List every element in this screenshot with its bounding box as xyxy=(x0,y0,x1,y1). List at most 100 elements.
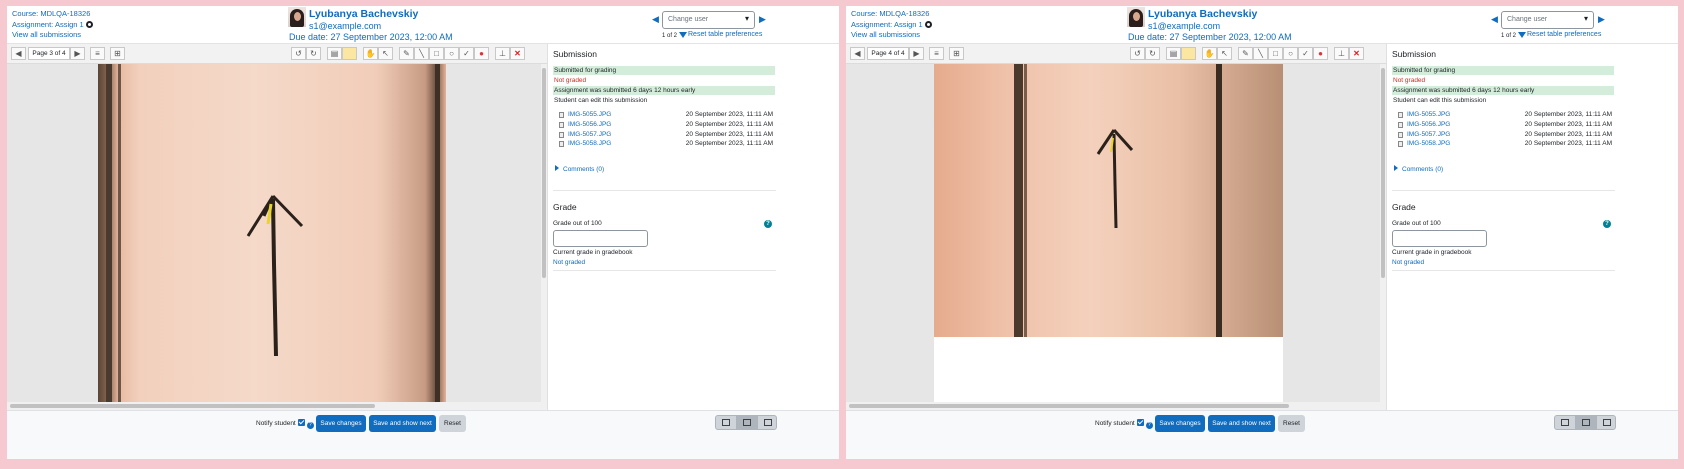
gear-icon[interactable] xyxy=(924,20,932,28)
page-select[interactable]: Page 3 of 4 xyxy=(28,47,70,60)
comment-icon[interactable]: ▤ xyxy=(1166,47,1181,60)
comment-icon[interactable]: ▤ xyxy=(327,47,342,60)
file-link[interactable]: IMG-5057.JPG xyxy=(568,131,611,138)
pan-icon[interactable]: ✋ xyxy=(363,47,378,60)
previous-user-icon[interactable]: ◀ xyxy=(1491,14,1498,25)
help-icon[interactable]: ? xyxy=(1603,220,1611,228)
filter-icon[interactable] xyxy=(1518,32,1527,38)
previous-page-icon[interactable]: ◀ xyxy=(850,47,865,60)
notify-student-checkbox[interactable] xyxy=(297,419,305,426)
gear-icon[interactable] xyxy=(85,20,93,28)
comments-toggle[interactable]: Comments (0) xyxy=(1394,165,1443,173)
collapse-review-panel-button[interactable] xyxy=(1597,416,1617,429)
help-icon[interactable]: ? xyxy=(1145,422,1153,429)
help-icon[interactable]: ? xyxy=(306,422,314,429)
change-user-select[interactable]: Change user ▾ xyxy=(1501,11,1594,29)
file-link[interactable]: IMG-5058.JPG xyxy=(1407,140,1450,147)
search-comments-icon[interactable]: ≡ xyxy=(929,47,944,60)
search-comments-icon[interactable]: ≡ xyxy=(90,47,105,60)
select-icon[interactable]: ↖ xyxy=(1217,47,1232,60)
previous-page-icon[interactable]: ◀ xyxy=(11,47,26,60)
next-user-icon[interactable]: ▶ xyxy=(759,14,766,25)
delete-icon[interactable]: ✕ xyxy=(1349,47,1364,60)
grading-footer: Notify student? Save changes Save and sh… xyxy=(846,410,1678,459)
collapse-grade-panel-button[interactable] xyxy=(1555,416,1575,429)
document-viewer[interactable] xyxy=(846,64,1386,410)
next-page-icon[interactable]: ▶ xyxy=(909,47,924,60)
help-icon[interactable]: ? xyxy=(764,220,772,228)
next-user-icon[interactable]: ▶ xyxy=(1598,14,1605,25)
page-select[interactable]: Page 4 of 4 xyxy=(867,47,909,60)
previous-user-icon[interactable]: ◀ xyxy=(652,14,659,25)
highlight-icon[interactable]: ✓ xyxy=(459,47,474,60)
user-name[interactable]: Lyubanya Bachevskiy xyxy=(309,8,418,20)
pen-icon[interactable]: ✎ xyxy=(1238,47,1253,60)
save-button[interactable]: Save changes xyxy=(316,415,366,432)
default-layout-button[interactable] xyxy=(1576,416,1596,429)
rotate-right-icon[interactable]: ↻ xyxy=(1145,47,1160,60)
rotate-left-icon[interactable]: ↺ xyxy=(291,47,306,60)
highlight-icon[interactable]: ✓ xyxy=(1298,47,1313,60)
user-name[interactable]: Lyubanya Bachevskiy xyxy=(1148,8,1257,20)
reset-button[interactable]: Reset xyxy=(1278,415,1305,432)
document-viewer[interactable] xyxy=(7,64,547,410)
grade-input[interactable] xyxy=(553,230,648,247)
save-and-show-next-button[interactable]: Save and show next xyxy=(1208,415,1275,432)
oval-icon[interactable]: ○ xyxy=(1283,47,1298,60)
save-button[interactable]: Save changes xyxy=(1155,415,1205,432)
course-link[interactable]: Course: MDLQA-18326 xyxy=(851,9,932,20)
gradebook-link[interactable]: Not graded xyxy=(553,259,585,266)
line-icon[interactable]: ╲ xyxy=(414,47,429,60)
rotate-left-icon[interactable]: ↺ xyxy=(1130,47,1145,60)
select-icon[interactable]: ↖ xyxy=(378,47,393,60)
line-icon[interactable]: ╲ xyxy=(1253,47,1268,60)
assignment-link[interactable]: Assignment: Assign 1 xyxy=(12,20,84,29)
expand-comments-icon[interactable]: ⊞ xyxy=(949,47,964,60)
file-link[interactable]: IMG-5055.JPG xyxy=(1407,111,1450,118)
delete-icon[interactable]: ✕ xyxy=(510,47,525,60)
collapse-grade-panel-button[interactable] xyxy=(716,416,736,429)
default-layout-button[interactable] xyxy=(737,416,757,429)
gradebook-link[interactable]: Not graded xyxy=(1392,259,1424,266)
annotation-color-icon[interactable]: ● xyxy=(1313,47,1328,60)
stamp-icon[interactable]: ⊥ xyxy=(1334,47,1349,60)
collapse-review-panel-button[interactable] xyxy=(758,416,778,429)
chevron-down-icon: ▾ xyxy=(744,14,749,23)
change-user-select[interactable]: Change user ▾ xyxy=(662,11,755,29)
annotation-color-icon[interactable]: ● xyxy=(474,47,489,60)
comment-color-icon[interactable] xyxy=(1181,47,1196,60)
stamp-icon[interactable]: ⊥ xyxy=(495,47,510,60)
file-link[interactable]: IMG-5058.JPG xyxy=(568,140,611,147)
file-link[interactable]: IMG-5056.JPG xyxy=(1407,121,1450,128)
pan-icon[interactable]: ✋ xyxy=(1202,47,1217,60)
horizontal-scrollbar[interactable] xyxy=(7,402,547,410)
edit-status: Student can edit this submission xyxy=(1393,97,1487,104)
layout-toggle xyxy=(1554,415,1616,430)
file-icon xyxy=(1398,121,1403,128)
pen-icon[interactable]: ✎ xyxy=(399,47,414,60)
oval-icon[interactable]: ○ xyxy=(444,47,459,60)
expand-comments-icon[interactable]: ⊞ xyxy=(110,47,125,60)
reset-button[interactable]: Reset xyxy=(439,415,466,432)
comments-toggle[interactable]: Comments (0) xyxy=(555,165,604,173)
comment-color-icon[interactable] xyxy=(342,47,357,60)
file-link[interactable]: IMG-5055.JPG xyxy=(568,111,611,118)
reset-table-preferences-link[interactable]: Reset table preferences xyxy=(688,31,762,38)
assignment-link[interactable]: Assignment: Assign 1 xyxy=(851,20,923,29)
horizontal-scrollbar[interactable] xyxy=(846,402,1386,410)
rectangle-icon[interactable]: □ xyxy=(1268,47,1283,60)
file-link[interactable]: IMG-5056.JPG xyxy=(568,121,611,128)
reset-table-preferences-link[interactable]: Reset table preferences xyxy=(1527,31,1601,38)
rectangle-icon[interactable]: □ xyxy=(429,47,444,60)
notify-student-checkbox[interactable] xyxy=(1136,419,1144,426)
save-and-show-next-button[interactable]: Save and show next xyxy=(369,415,436,432)
submission-page-image xyxy=(934,64,1283,337)
grade-input[interactable] xyxy=(1392,230,1487,247)
next-page-icon[interactable]: ▶ xyxy=(70,47,85,60)
file-link[interactable]: IMG-5057.JPG xyxy=(1407,131,1450,138)
course-link[interactable]: Course: MDLQA-18326 xyxy=(12,9,93,20)
view-all-submissions-link[interactable]: View all submissions xyxy=(12,30,93,41)
rotate-right-icon[interactable]: ↻ xyxy=(306,47,321,60)
filter-icon[interactable] xyxy=(679,32,688,38)
view-all-submissions-link[interactable]: View all submissions xyxy=(851,30,932,41)
